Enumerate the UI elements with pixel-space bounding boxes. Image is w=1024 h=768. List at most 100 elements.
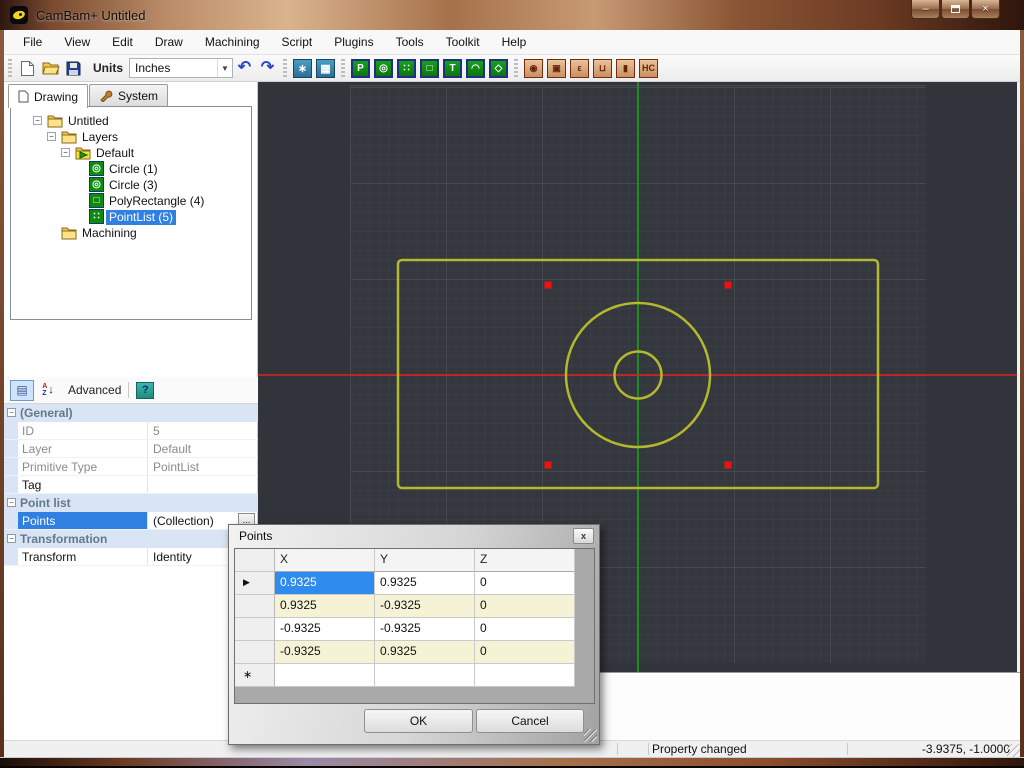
current-row-indicator[interactable]: ▶: [235, 572, 275, 595]
menu-file[interactable]: File: [12, 30, 53, 55]
draw-text-button[interactable]: T: [442, 58, 463, 79]
cell-x[interactable]: [275, 664, 375, 687]
redo-button[interactable]: ↷: [257, 58, 278, 79]
cell-z[interactable]: [475, 664, 575, 687]
draw-rectangle-button[interactable]: □: [419, 58, 440, 79]
property-row-layer[interactable]: Layer Default: [4, 440, 258, 458]
tree-item-circle-1[interactable]: ◎ Circle (1): [11, 161, 251, 177]
resize-grip[interactable]: [1007, 744, 1020, 757]
collapse-icon[interactable]: −: [33, 116, 42, 125]
cell-y[interactable]: 0.9325: [375, 572, 475, 595]
cell-x[interactable]: 0.9325: [275, 595, 375, 618]
toolbar-grip[interactable]: [341, 59, 345, 77]
cell-x[interactable]: -0.9325: [275, 641, 375, 664]
collapse-icon[interactable]: −: [7, 534, 16, 543]
cell-z[interactable]: 0: [475, 641, 575, 664]
menu-toolkit[interactable]: Toolkit: [435, 30, 491, 55]
undo-button[interactable]: ↶: [234, 58, 255, 79]
profile-button[interactable]: ⊔: [592, 58, 613, 79]
menu-plugins[interactable]: Plugins: [323, 30, 384, 55]
new-row-indicator[interactable]: ∗: [235, 664, 275, 687]
toolbar-grip[interactable]: [283, 59, 287, 77]
maximize-button[interactable]: [941, 0, 970, 19]
cell-y[interactable]: -0.9325: [375, 595, 475, 618]
title-bar[interactable]: CamBam+ Untitled – ×: [0, 0, 1024, 30]
menu-draw[interactable]: Draw: [144, 30, 194, 55]
tree-item-untitled[interactable]: − Untitled: [11, 113, 251, 129]
draw-arc-button[interactable]: ◠: [465, 58, 486, 79]
minimize-button[interactable]: –: [911, 0, 940, 19]
column-header-x[interactable]: X: [275, 549, 375, 572]
cell-y[interactable]: 0.9325: [375, 641, 475, 664]
cell-z[interactable]: 0: [475, 618, 575, 641]
advanced-button[interactable]: Advanced: [68, 383, 121, 397]
cell-z[interactable]: 0: [475, 595, 575, 618]
property-row-transform[interactable]: Transform Identity: [4, 548, 258, 566]
collapse-icon[interactable]: −: [61, 148, 70, 157]
hc-button[interactable]: HC: [638, 58, 659, 79]
collapse-icon[interactable]: −: [7, 408, 16, 417]
cell-z[interactable]: 0: [475, 572, 575, 595]
property-category-transformation[interactable]: − Transformation: [4, 530, 258, 548]
cell-y[interactable]: -0.9325: [375, 618, 475, 641]
open-file-button[interactable]: [40, 58, 61, 79]
menu-script[interactable]: Script: [271, 30, 324, 55]
engrave-button[interactable]: ε: [569, 58, 590, 79]
row-selector[interactable]: [235, 618, 275, 641]
tree-item-pointlist-5[interactable]: ∷ PointList (5): [11, 209, 251, 225]
column-header-z[interactable]: Z: [475, 549, 575, 572]
new-file-button[interactable]: [17, 58, 38, 79]
toolbar-grip[interactable]: [514, 59, 518, 77]
grid-toggle-button[interactable]: ▦: [315, 58, 336, 79]
categorized-view-button[interactable]: ▤: [10, 380, 34, 401]
tree-item-layers[interactable]: − Layers: [11, 129, 251, 145]
cell-x[interactable]: 0.9325: [275, 572, 375, 595]
drill-bit-button[interactable]: ▮: [615, 58, 636, 79]
pocket-button[interactable]: ▣: [546, 58, 567, 79]
menu-help[interactable]: Help: [491, 30, 538, 55]
alphabetical-sort-button[interactable]: AZ↓: [36, 380, 60, 401]
point-marker[interactable]: [545, 282, 552, 289]
drill-button[interactable]: ◉: [523, 58, 544, 79]
save-file-button[interactable]: [63, 58, 84, 79]
tab-system[interactable]: System: [89, 84, 168, 106]
dialog-close-button[interactable]: x: [573, 528, 594, 544]
menu-machining[interactable]: Machining: [194, 30, 271, 55]
point-marker[interactable]: [725, 462, 732, 469]
tab-drawing[interactable]: Drawing: [8, 84, 88, 108]
draw-polyline-button[interactable]: P: [350, 58, 371, 79]
tree-item-polyrectangle-4[interactable]: □ PolyRectangle (4): [11, 193, 251, 209]
tree-item-default-layer[interactable]: − Default: [11, 145, 251, 161]
tree-item-machining[interactable]: Machining: [11, 225, 251, 241]
draw-circle-button[interactable]: ◎: [373, 58, 394, 79]
toolbar-grip[interactable]: [8, 59, 12, 77]
dialog-title-bar[interactable]: Points: [229, 525, 599, 547]
draw-points-button[interactable]: ∷: [396, 58, 417, 79]
property-row-primitive-type[interactable]: Primitive Type PointList: [4, 458, 258, 476]
property-row-tag[interactable]: Tag: [4, 476, 258, 494]
tree-item-circle-3[interactable]: ◎ Circle (3): [11, 177, 251, 193]
menu-view[interactable]: View: [53, 30, 101, 55]
cancel-button[interactable]: Cancel: [476, 709, 584, 733]
units-select[interactable]: Inches ▼: [129, 58, 233, 78]
property-row-points[interactable]: Points (Collection) ...: [4, 512, 258, 530]
chevron-down-icon[interactable]: ▼: [217, 59, 232, 77]
menu-edit[interactable]: Edit: [101, 30, 144, 55]
row-selector[interactable]: [235, 595, 275, 618]
point-marker[interactable]: [545, 462, 552, 469]
ok-button[interactable]: OK: [364, 709, 473, 733]
property-row-id[interactable]: ID 5: [4, 422, 258, 440]
property-category-point-list[interactable]: − Point list: [4, 494, 258, 512]
zoom-extents-button[interactable]: ∗: [292, 58, 313, 79]
property-category-general[interactable]: − (General): [4, 404, 258, 422]
dialog-resize-grip[interactable]: [584, 729, 597, 742]
cell-x[interactable]: -0.9325: [275, 618, 375, 641]
close-button[interactable]: ×: [971, 0, 1000, 19]
row-selector[interactable]: [235, 641, 275, 664]
draw-surface-button[interactable]: ◇: [488, 58, 509, 79]
collapse-icon[interactable]: −: [47, 132, 56, 141]
property-value[interactable]: [148, 476, 258, 493]
menu-tools[interactable]: Tools: [385, 30, 435, 55]
collapse-icon[interactable]: −: [7, 498, 16, 507]
column-header-y[interactable]: Y: [375, 549, 475, 572]
